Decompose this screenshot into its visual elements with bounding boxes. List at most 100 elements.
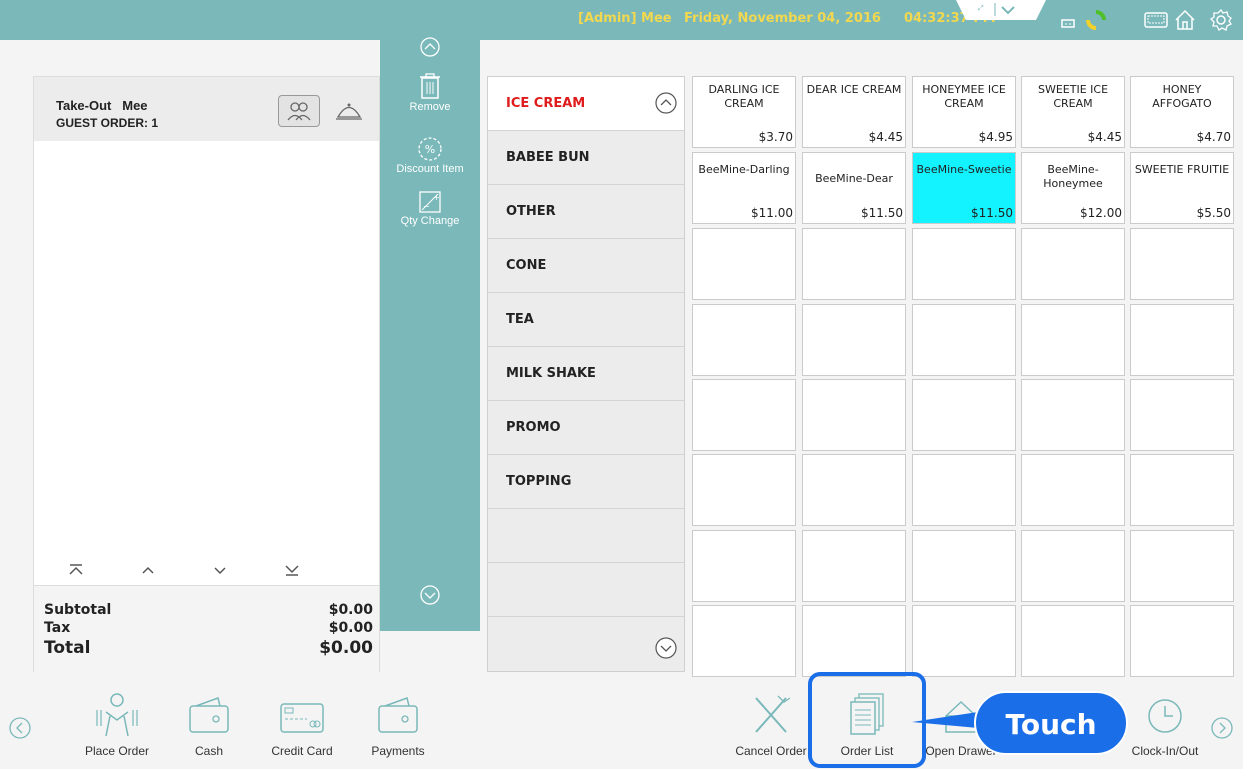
category-babee-bun[interactable]: BABEE BUN (488, 131, 684, 185)
toolbar-prev-icon[interactable] (8, 716, 32, 740)
plug-icon[interactable] (1054, 6, 1082, 34)
item-price: $4.45 (868, 130, 903, 144)
action-scroll-up[interactable] (380, 36, 480, 60)
empty-item-slot[interactable] (1130, 304, 1234, 376)
menu-item[interactable]: DARLING ICE CREAM $3.70 (692, 76, 796, 148)
sync-icon[interactable] (1082, 6, 1110, 34)
empty-item-slot[interactable] (802, 530, 906, 602)
order-type-line: Take-Out Mee (56, 98, 148, 113)
scroll-top-icon[interactable] (62, 559, 90, 581)
empty-item-slot[interactable] (802, 454, 906, 526)
guest-order-number: 1 (151, 116, 159, 130)
guests-button[interactable] (278, 95, 320, 127)
empty-item-slot[interactable] (802, 228, 906, 300)
order-type: Take-Out (56, 98, 112, 113)
category-tea[interactable]: TEA (488, 293, 684, 347)
discount-item-button[interactable]: % Discount Item (380, 136, 480, 175)
subtotal-value: $0.00 (328, 602, 373, 618)
empty-item-slot[interactable] (912, 379, 1016, 451)
toolbar-next-icon[interactable] (1210, 716, 1234, 740)
category-milk-shake[interactable]: MILK SHAKE (488, 347, 684, 401)
total-value: $0.00 (319, 638, 373, 658)
category-other[interactable]: OTHER (488, 185, 684, 239)
remove-button[interactable]: Remove (380, 72, 480, 113)
home-icon[interactable] (1171, 6, 1199, 34)
item-name: DEAR ICE CREAM (806, 83, 902, 96)
current-user: [Admin] Mee (578, 11, 672, 26)
empty-item-slot[interactable] (1021, 379, 1125, 451)
empty-item-slot[interactable] (912, 530, 1016, 602)
empty-item-slot[interactable] (1130, 530, 1234, 602)
empty-item-slot[interactable] (692, 379, 796, 451)
clock-in-out-button[interactable]: Clock-In/Out (1124, 692, 1206, 758)
empty-item-slot[interactable] (692, 530, 796, 602)
menu-item[interactable]: DEAR ICE CREAM $4.45 (802, 76, 906, 148)
empty-item-slot[interactable] (1021, 454, 1125, 526)
empty-item-slot[interactable] (1021, 228, 1125, 300)
empty-item-slot[interactable] (692, 304, 796, 376)
category-empty[interactable] (488, 509, 684, 563)
cash-button[interactable]: Cash (172, 692, 246, 758)
menu-item[interactable]: BeeMine-Dear $11.50 (802, 152, 906, 224)
menu-item[interactable]: SWEETIE FRUITIE $5.50 (1130, 152, 1234, 224)
clock-in-out-label: Clock-In/Out (1131, 744, 1199, 758)
category-scroll-down-icon[interactable] (654, 636, 678, 660)
credit-card-label: Credit Card (271, 744, 333, 758)
empty-item-slot[interactable] (1130, 454, 1234, 526)
remove-label: Remove (409, 101, 451, 113)
category-cone[interactable]: CONE (488, 239, 684, 293)
keyboard-icon[interactable] (1142, 6, 1170, 34)
scroll-down-icon[interactable] (206, 559, 234, 581)
empty-item-slot[interactable] (912, 605, 1016, 677)
empty-item-slot[interactable] (912, 304, 1016, 376)
empty-item-slot[interactable] (692, 454, 796, 526)
percent-icon: % (418, 137, 442, 161)
total-label: Total (44, 638, 91, 658)
empty-item-slot[interactable] (1130, 228, 1234, 300)
scroll-up-icon[interactable] (134, 559, 162, 581)
empty-item-slot[interactable] (1021, 530, 1125, 602)
empty-item-slot[interactable] (1130, 605, 1234, 677)
empty-item-slot[interactable] (912, 228, 1016, 300)
category-promo[interactable]: PROMO (488, 401, 684, 455)
category-scroll-up-icon[interactable] (654, 91, 678, 115)
tax-value: $0.00 (328, 620, 373, 636)
item-price: $5.50 (1196, 206, 1231, 220)
empty-item-slot[interactable] (1021, 304, 1125, 376)
action-scroll-down[interactable] (380, 584, 480, 610)
credit-card-button[interactable]: Credit Card (265, 692, 339, 758)
item-price: $11.00 (751, 206, 793, 220)
menu-item[interactable]: HONEY AFFOGATO $4.70 (1130, 76, 1234, 148)
menu-item[interactable]: SWEETIE ICE CREAM $4.45 (1021, 76, 1125, 148)
scroll-bottom-icon[interactable] (278, 559, 306, 581)
empty-item-slot[interactable] (802, 605, 906, 677)
collapse-tab[interactable]: ⤢ (956, 0, 1046, 22)
menu-item[interactable]: BeeMine-Honeymee $12.00 (1021, 152, 1125, 224)
cancel-order-button[interactable]: Cancel Order (726, 692, 816, 758)
empty-item-slot[interactable] (692, 605, 796, 677)
touch-callout: Touch (974, 691, 1128, 755)
order-header: Take-Out Mee GUEST ORDER: 1 (34, 77, 379, 141)
item-name: BeeMine-Honeymee (1043, 163, 1103, 190)
empty-item-slot[interactable] (1130, 379, 1234, 451)
category-empty[interactable] (488, 563, 684, 617)
place-order-button[interactable]: Place Order (80, 692, 154, 758)
category-topping[interactable]: TOPPING (488, 455, 684, 509)
empty-item-slot[interactable] (802, 379, 906, 451)
qty-change-button[interactable]: + − Qty Change (380, 190, 480, 227)
item-price: $11.50 (971, 206, 1013, 220)
empty-item-slot[interactable] (1021, 605, 1125, 677)
empty-item-slot[interactable] (912, 454, 1016, 526)
dine-service-button[interactable] (332, 95, 366, 127)
item-price: $3.70 (758, 130, 793, 144)
empty-item-slot[interactable] (802, 304, 906, 376)
menu-item[interactable]: HONEYMEE ICE CREAM $4.95 (912, 76, 1016, 148)
menu-item[interactable]: BeeMine-Darling $11.00 (692, 152, 796, 224)
svg-text:−: − (423, 202, 430, 211)
payments-button[interactable]: Payments (361, 692, 435, 758)
empty-item-slot[interactable] (692, 228, 796, 300)
menu-item-selected[interactable]: BeeMine-Sweetie $11.50 (912, 152, 1016, 224)
gear-icon[interactable] (1207, 6, 1235, 34)
item-name: SWEETIE ICE CREAM (1037, 83, 1109, 110)
item-name: BeeMine-Sweetie (916, 163, 1012, 176)
